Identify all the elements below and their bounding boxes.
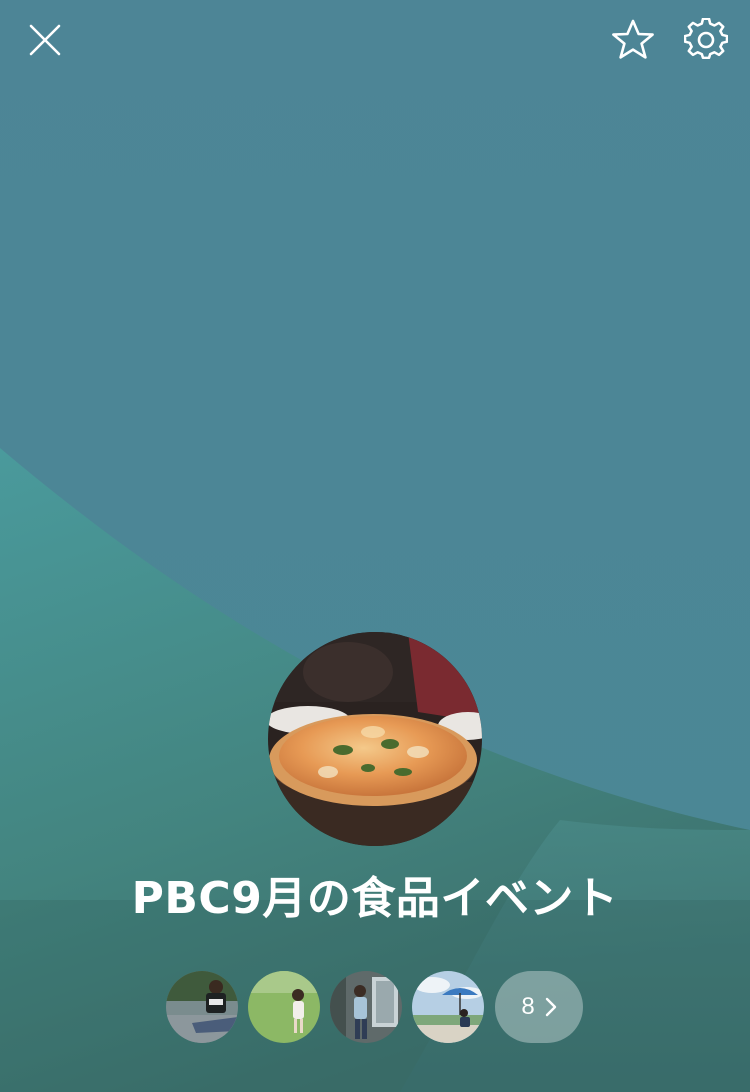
person-photo <box>166 971 238 1043</box>
star-outline-icon <box>612 19 654 59</box>
person-photo <box>248 971 320 1043</box>
member-avatar-2[interactable] <box>248 971 320 1043</box>
chevron-right-icon <box>545 997 556 1017</box>
member-avatar-3[interactable] <box>330 971 402 1043</box>
group-name: PBC9月の食品イベント <box>131 873 619 924</box>
member-count-button[interactable]: 8 <box>495 971 583 1043</box>
pizza-photo <box>268 632 482 846</box>
gear-icon <box>684 18 728 60</box>
close-button[interactable] <box>21 16 69 64</box>
member-count: 8 <box>521 993 535 1020</box>
favorite-button[interactable] <box>609 16 657 64</box>
person-photo <box>412 971 484 1043</box>
member-avatar-4[interactable] <box>412 971 484 1043</box>
group-cover-avatar[interactable] <box>268 632 482 846</box>
person-photo <box>330 971 402 1043</box>
close-icon <box>29 24 61 56</box>
member-avatar-1[interactable] <box>166 971 238 1043</box>
settings-button[interactable] <box>682 16 730 64</box>
member-list: 8 <box>0 971 750 1043</box>
group-profile-screen: PBC9月の食品イベント 8 <box>0 0 750 1092</box>
